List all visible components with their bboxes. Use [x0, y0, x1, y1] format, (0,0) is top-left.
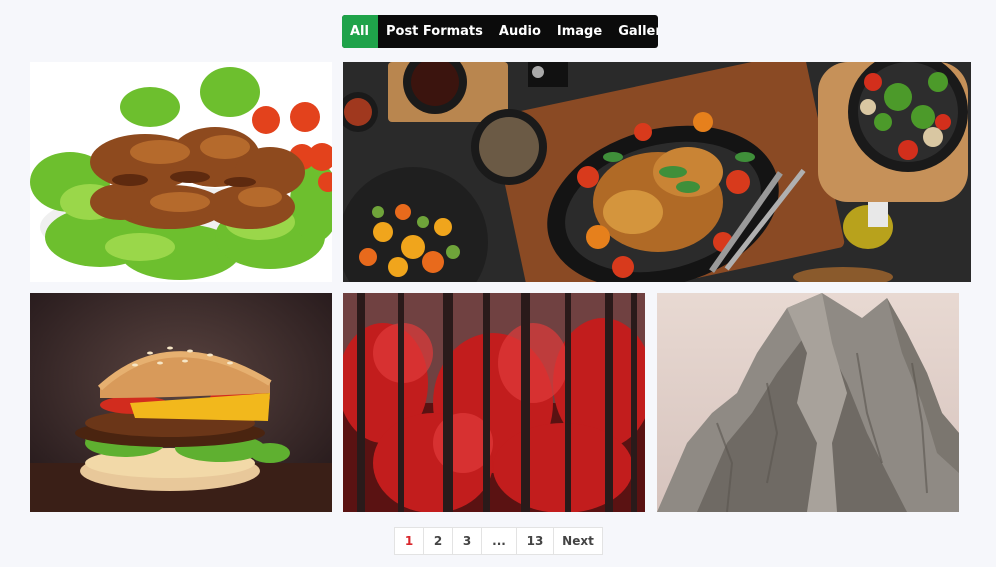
portfolio-filter-bar: All Post Formats Audio Image Gallery — [342, 15, 658, 48]
page-link-13[interactable]: 13 — [516, 527, 554, 555]
filter-tab-audio[interactable]: Audio — [491, 15, 549, 48]
filter-tab-all[interactable]: All — [342, 15, 378, 48]
gallery-item-burger[interactable] — [30, 293, 332, 512]
gallery-item-roast-chicken-feast[interactable] — [343, 62, 971, 282]
page-link-3[interactable]: 3 — [452, 527, 482, 555]
next-page-button[interactable]: Next — [553, 527, 603, 555]
gallery-item-chicken-wings[interactable] — [30, 62, 332, 282]
pagination: 1 2 3 ... 13 Next — [394, 527, 603, 555]
page-ellipsis: ... — [481, 527, 517, 555]
rocky-mountain-photo — [657, 293, 959, 512]
filter-tab-image[interactable]: Image — [549, 15, 610, 48]
red-forest-photo — [343, 293, 645, 512]
page-link-2[interactable]: 2 — [423, 527, 453, 555]
chicken-wings-photo — [30, 62, 332, 282]
gallery-item-rocky-mountain[interactable] — [657, 293, 959, 512]
filter-tab-gallery[interactable]: Gallery — [610, 15, 658, 48]
gallery-item-red-forest[interactable] — [343, 293, 645, 512]
page-link-1[interactable]: 1 — [394, 527, 424, 555]
burger-photo — [30, 293, 332, 512]
filter-tab-post-formats[interactable]: Post Formats — [378, 15, 491, 48]
roast-chicken-feast-photo — [343, 62, 971, 282]
